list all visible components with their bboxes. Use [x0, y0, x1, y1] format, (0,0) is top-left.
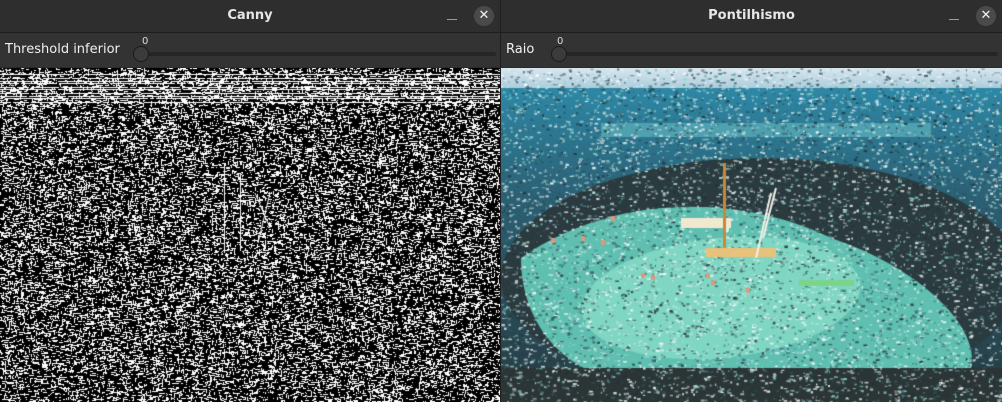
raio-label: Raio	[506, 42, 535, 57]
slider-handle[interactable]	[551, 46, 567, 62]
slider-groove	[133, 52, 496, 56]
canny-window: Canny ✕ Threshold inferior 0	[0, 0, 500, 402]
pontilhismo-window-title: Pontilhismo	[708, 8, 795, 23]
pontilhismo-trackbar-row: Raio 0	[501, 33, 1002, 67]
canny-image-view	[0, 68, 500, 402]
slider-handle[interactable]	[133, 46, 149, 62]
threshold-slider[interactable]	[133, 45, 496, 63]
canny-window-title: Canny	[227, 8, 273, 23]
threshold-label: Threshold inferior	[5, 42, 120, 57]
pontilhismo-titlebar[interactable]: Pontilhismo ✕	[501, 0, 1002, 33]
close-icon[interactable]: ✕	[976, 6, 996, 26]
canny-titlebar[interactable]: Canny ✕	[0, 0, 500, 33]
minimize-icon[interactable]	[442, 6, 462, 26]
pontilhismo-window: Pontilhismo ✕ Raio 0	[501, 0, 1002, 402]
pontilhismo-image-view	[501, 68, 1002, 402]
canny-trackbar-row: Threshold inferior 0	[0, 33, 500, 67]
pointillism-image	[501, 68, 1002, 402]
canny-edge-image	[0, 68, 500, 402]
minimize-icon[interactable]	[944, 6, 964, 26]
close-icon[interactable]: ✕	[474, 6, 494, 26]
slider-groove	[551, 52, 998, 56]
raio-slider[interactable]	[551, 45, 998, 63]
